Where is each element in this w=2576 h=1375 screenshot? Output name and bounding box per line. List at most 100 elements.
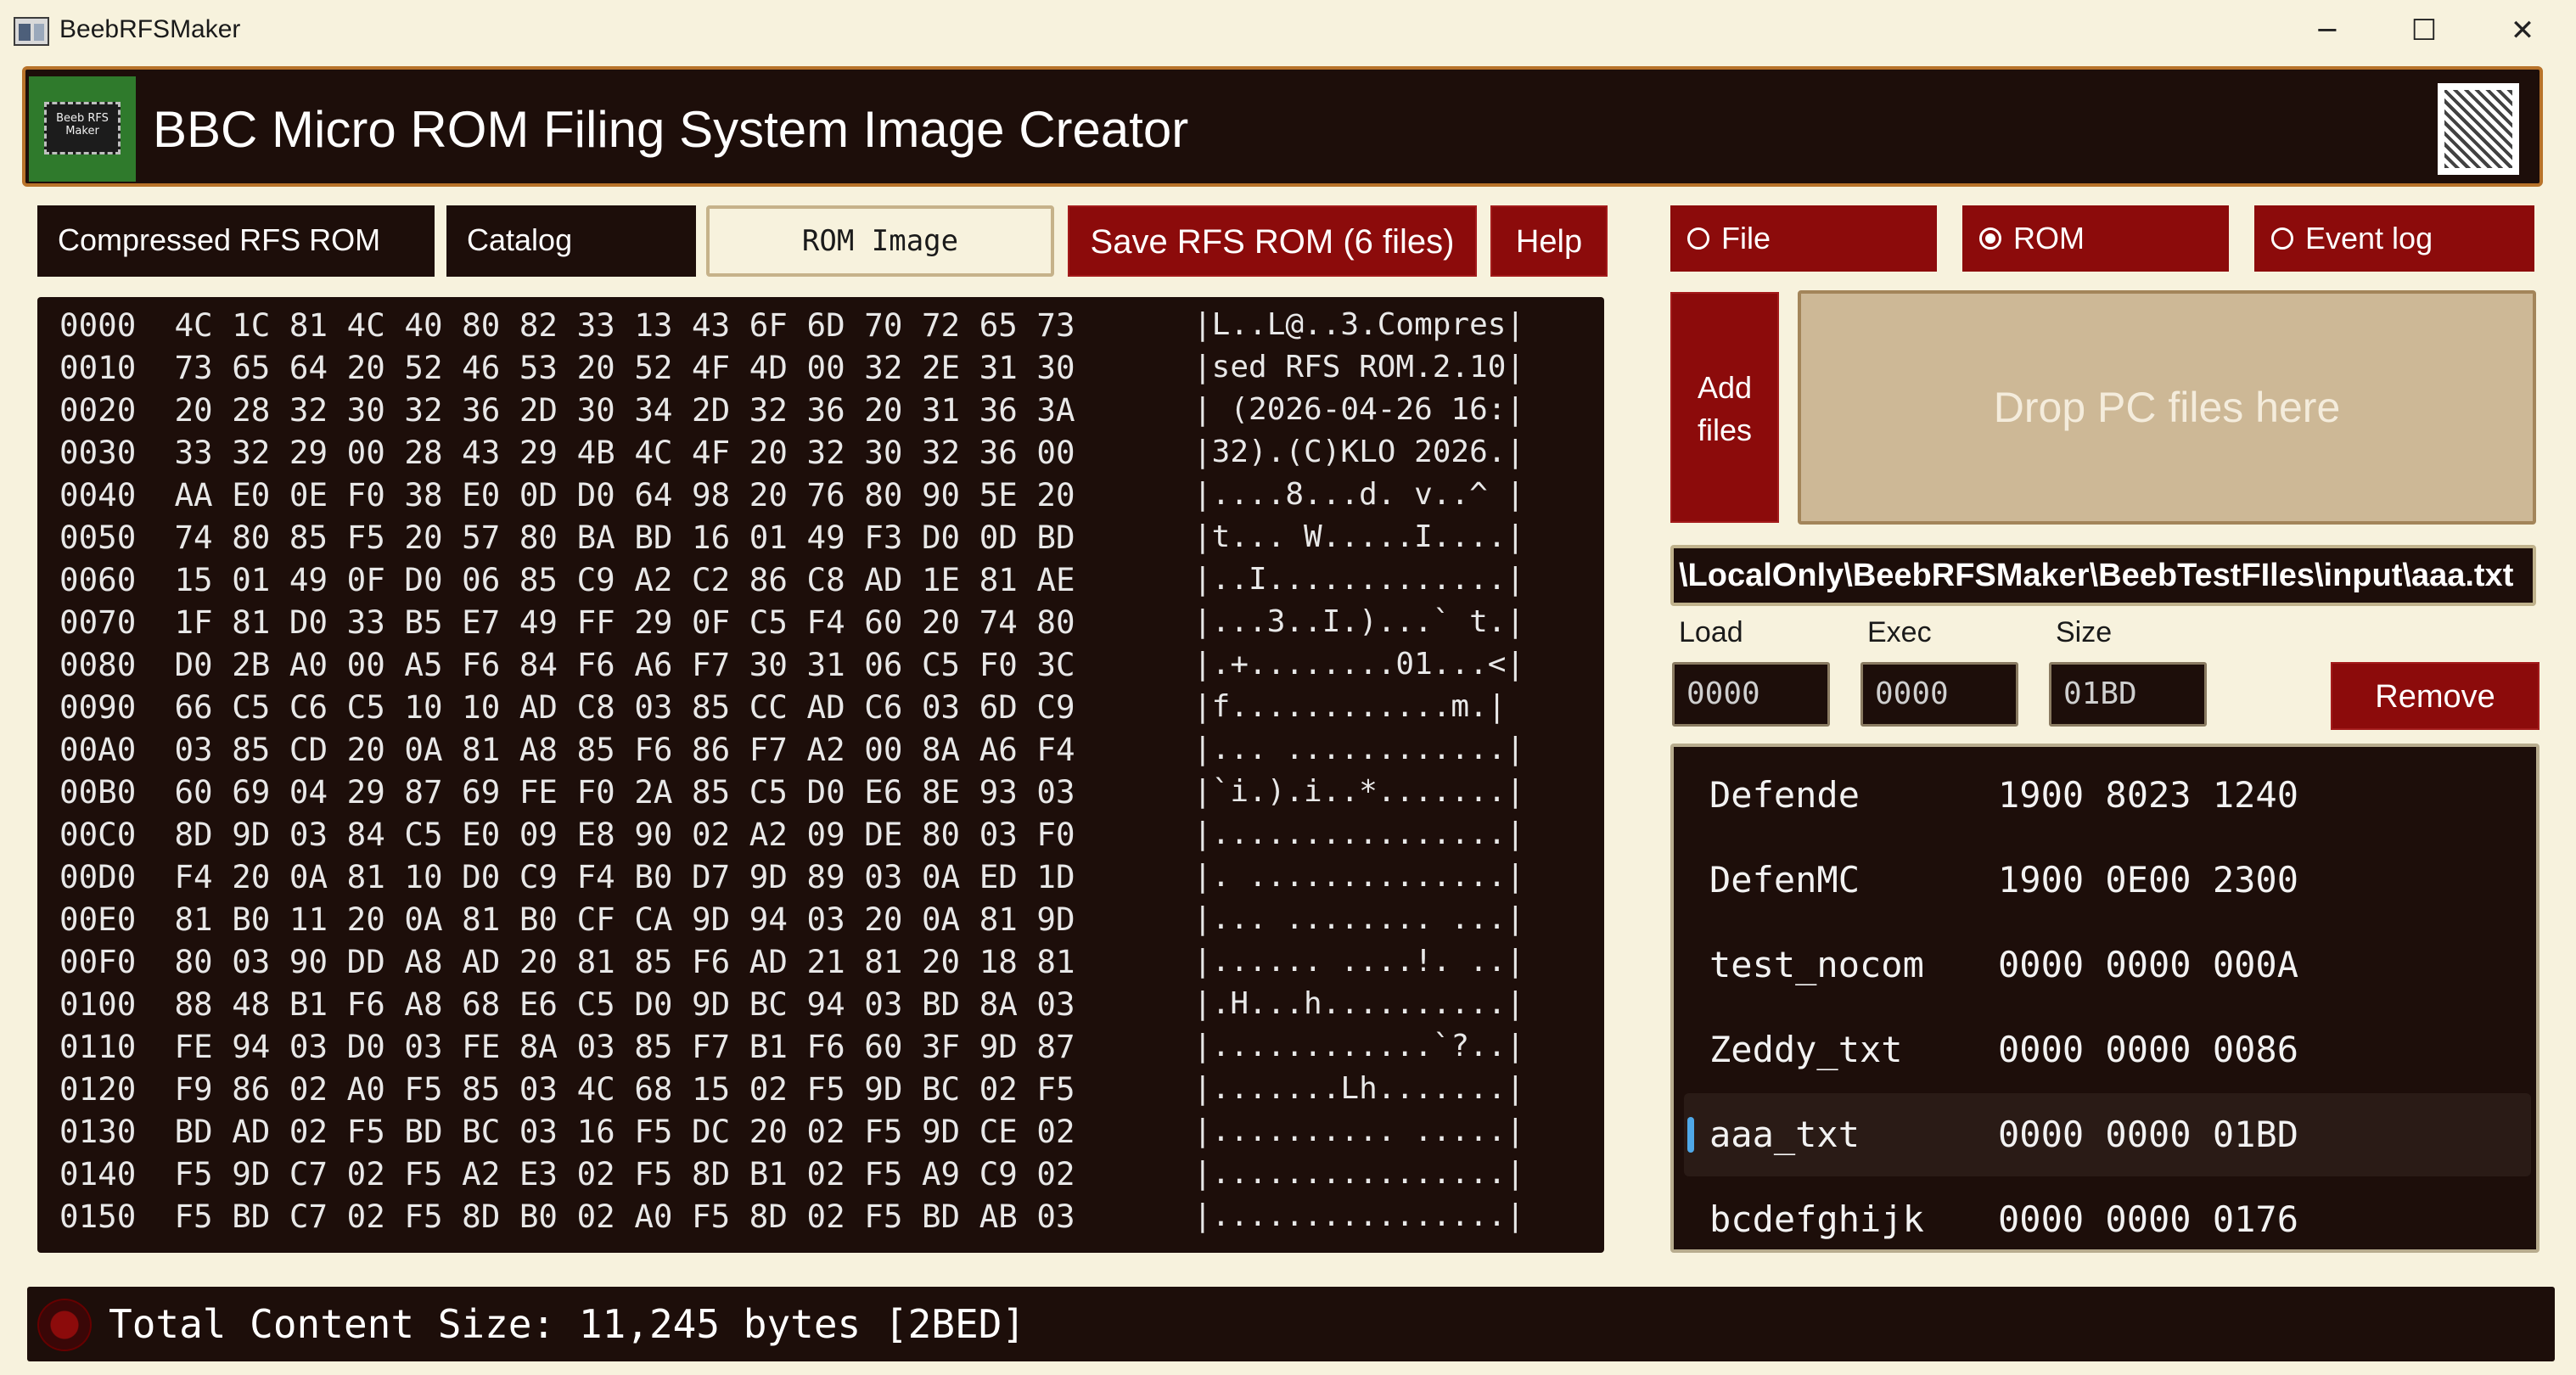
hex-ascii: |..I.............| — [1193, 562, 1525, 597]
tab-rom-image[interactable]: ROM Image — [706, 205, 1054, 277]
file-list-item[interactable]: Defende 1900 8023 1240 — [1684, 754, 2531, 837]
hex-gap — [136, 306, 174, 344]
hex-ascii: |................| — [1193, 1156, 1525, 1191]
hex-gap — [136, 1113, 174, 1150]
file-addresses: 0000 0000 0176 — [1998, 1198, 2299, 1240]
exec-label: Exec — [1867, 616, 1932, 648]
exec-address-field[interactable]: 0000 — [1860, 662, 2018, 727]
hex-ascii: | (2026-04-26 16:| — [1193, 392, 1525, 427]
hex-address: 00D0 — [59, 858, 137, 895]
file-list-item[interactable]: DefenMC 1900 0E00 2300 — [1684, 839, 2531, 922]
hex-address: 0060 — [59, 561, 137, 598]
hex-row: 0020 20 28 32 30 32 36 2D 30 34 2D 32 36… — [59, 389, 1075, 431]
hex-ascii: |... ............| — [1193, 732, 1525, 766]
hex-row: 0060 15 01 49 0F D0 06 85 C9 A2 C2 86 C8… — [59, 558, 1075, 601]
hex-address: 0150 — [59, 1198, 137, 1235]
hex-address: 00E0 — [59, 901, 137, 938]
app-title: BBC Micro ROM Filing System Image Creato… — [153, 101, 1189, 158]
hex-gap — [136, 858, 174, 895]
add-files-button[interactable]: Add files — [1670, 292, 1779, 523]
hex-ascii: |................| — [1193, 817, 1525, 851]
hex-ascii: |f............m.| — [1193, 689, 1507, 724]
hex-row: 00B0 60 69 04 29 87 69 FE F0 2A 85 C5 D0… — [59, 771, 1075, 813]
hex-ascii: |.+........01...<| — [1193, 647, 1525, 682]
file-name: bcdefghijk — [1709, 1198, 1924, 1240]
hex-ascii: |t... W.....I....| — [1193, 519, 1525, 554]
drop-files-area[interactable]: Drop PC files here — [1798, 290, 2536, 525]
hex-row: 0090 66 C5 C6 C5 10 10 AD C8 03 85 CC AD… — [59, 686, 1075, 728]
hex-gap — [136, 731, 174, 768]
window-titlebar — [0, 0, 2576, 61]
hex-gap — [136, 773, 174, 811]
tab-compressed-rfs-rom[interactable]: Compressed RFS ROM — [37, 205, 435, 277]
hex-gap — [136, 901, 174, 938]
hex-address: 00C0 — [59, 816, 137, 853]
file-list[interactable]: Defende 1900 8023 1240 DefenMC 1900 0E00 23… — [1670, 744, 2540, 1253]
hex-bytes: 15 01 49 0F D0 06 85 C9 A2 C2 86 C8 AD 1… — [174, 561, 1075, 598]
file-addresses: 0000 0000 0086 — [1998, 1029, 2299, 1070]
minimize-button[interactable]: ─ — [2276, 0, 2378, 61]
hex-row: 0050 74 80 85 F5 20 57 80 BA BD 16 01 49… — [59, 516, 1075, 558]
hex-bytes: F9 86 02 A0 F5 85 03 4C 68 15 02 F5 9D B… — [174, 1070, 1075, 1108]
load-label: Load — [1679, 616, 1743, 648]
hex-gap — [136, 1155, 174, 1193]
file-list-item[interactable]: test_nocom 0000 0000 000A — [1684, 923, 2531, 1007]
close-button[interactable]: ✕ — [2472, 0, 2573, 61]
window-title: BeebRFSMaker — [59, 15, 241, 43]
remove-button[interactable]: Remove — [2331, 662, 2540, 730]
hex-address: 0030 — [59, 434, 137, 471]
hex-row: 0130 BD AD 02 F5 BD BC 03 16 F5 DC 20 02… — [59, 1110, 1075, 1153]
hex-row: 0080 D0 2B A0 00 A5 F6 84 F6 A6 F7 30 31… — [59, 643, 1075, 686]
hex-address: 0090 — [59, 688, 137, 726]
file-addresses: 0000 0000 01BD — [1998, 1114, 2299, 1155]
hex-ascii: |L..L@..3.Compres| — [1193, 307, 1525, 342]
hex-gap — [136, 434, 174, 471]
save-rfs-rom-button[interactable]: Save RFS ROM (6 files) — [1068, 205, 1477, 277]
radio-rom[interactable]: ROM — [1962, 205, 2229, 272]
hex-ascii: |................| — [1193, 1198, 1525, 1233]
hex-row: 00C0 8D 9D 03 84 C5 E0 09 E8 90 02 A2 09… — [59, 813, 1075, 856]
help-button[interactable]: Help — [1490, 205, 1608, 277]
hex-address: 0080 — [59, 646, 137, 683]
hex-bytes: 60 69 04 29 87 69 FE F0 2A 85 C5 D0 E6 8… — [174, 773, 1075, 811]
hex-address: 0100 — [59, 985, 137, 1023]
hex-bytes: 03 85 CD 20 0A 81 A8 85 F6 86 F7 A2 00 8… — [174, 731, 1075, 768]
hex-bytes: 73 65 64 20 52 46 53 20 52 4F 4D 00 32 2… — [174, 349, 1075, 386]
hex-address: 00B0 — [59, 773, 137, 811]
selection-marker — [1687, 1117, 1694, 1153]
load-address-field[interactable]: 0000 — [1672, 662, 1830, 727]
file-name: Zeddy_txt — [1709, 1029, 1903, 1070]
file-list-item[interactable]: aaa_txt 0000 0000 01BD — [1684, 1093, 2531, 1176]
size-label: Size — [2056, 616, 2113, 648]
hex-row: 0000 4C 1C 81 4C 40 80 82 33 13 43 6F 6D… — [59, 304, 1075, 346]
radio-event-log[interactable]: Event log — [2254, 205, 2534, 272]
hex-bytes: 33 32 29 00 28 43 29 4B 4C 4F 20 32 30 3… — [174, 434, 1075, 471]
hex-address: 0000 — [59, 306, 137, 344]
hex-ascii: |32).(C)KLO 2026.| — [1193, 435, 1525, 469]
hex-bytes: AA E0 0E F0 38 E0 0D D0 64 98 20 76 80 9… — [174, 476, 1075, 514]
tab-catalog[interactable]: Catalog — [446, 205, 696, 277]
hex-row: 00E0 81 B0 11 20 0A 81 B0 CF CA 9D 94 03… — [59, 898, 1075, 940]
hex-row: 0110 FE 94 03 D0 03 FE 8A 03 85 F7 B1 F6… — [59, 1025, 1075, 1068]
file-addresses: 1900 0E00 2300 — [1998, 859, 2299, 901]
file-path-field[interactable]: \LocalOnly\BeebRFSMaker\BeebTestFIles\in… — [1670, 545, 2536, 606]
hex-ascii: |.......... .....| — [1193, 1114, 1525, 1148]
file-list-item[interactable]: bcdefghijk 0000 0000 0176 — [1684, 1178, 2531, 1261]
hex-ascii: |.......Lh.......| — [1193, 1071, 1525, 1106]
file-addresses: 1900 8023 1240 — [1998, 774, 2299, 816]
size-field[interactable]: 01BD — [2049, 662, 2207, 727]
hex-gap — [136, 349, 174, 386]
hex-bytes: BD AD 02 F5 BD BC 03 16 F5 DC 20 02 F5 9… — [174, 1113, 1075, 1150]
hex-ascii: |....8...d. v..^ | — [1193, 477, 1525, 512]
radio-file[interactable]: File — [1670, 205, 1937, 272]
hex-ascii: |... ........ ...| — [1193, 901, 1525, 936]
file-list-item[interactable]: Zeddy_txt 0000 0000 0086 — [1684, 1008, 2531, 1092]
file-name: aaa_txt — [1709, 1114, 1860, 1155]
maximize-button[interactable]: ☐ — [2373, 0, 2475, 61]
hex-bytes: 80 03 90 DD A8 AD 20 81 85 F6 AD 21 81 2… — [174, 943, 1075, 980]
hex-gap — [136, 1070, 174, 1108]
hex-ascii: |............`?..| — [1193, 1029, 1525, 1064]
file-name: test_nocom — [1709, 944, 1924, 985]
hex-address: 0110 — [59, 1028, 137, 1065]
radio-label: ROM — [2013, 221, 2085, 255]
